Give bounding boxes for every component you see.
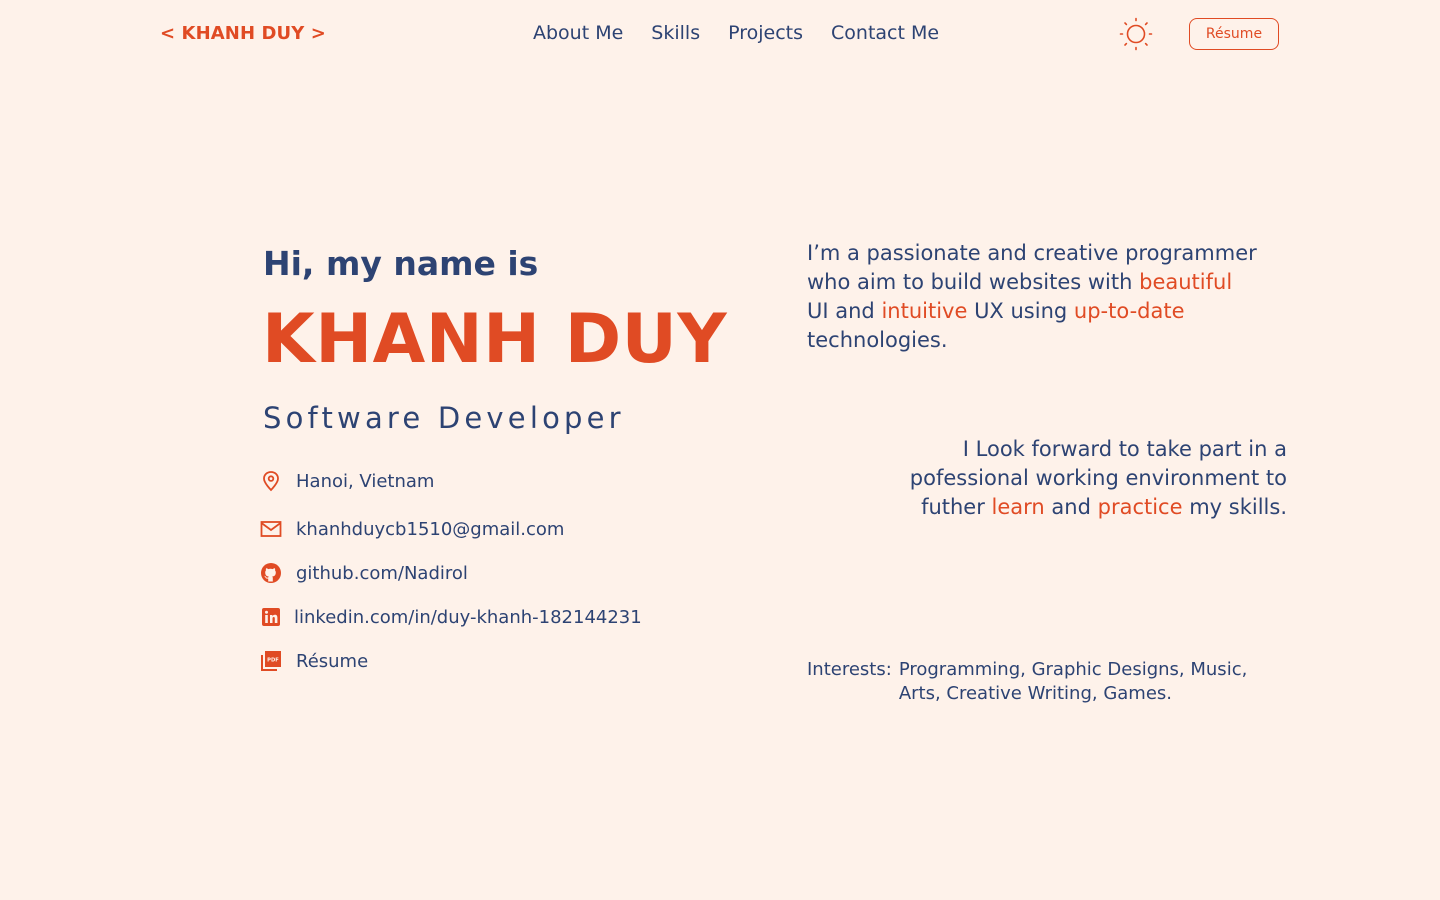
linkedin-icon xyxy=(260,606,282,628)
intro-paragraph: I’m a passionate and creative programmer… xyxy=(807,239,1257,355)
resume-button[interactable]: Résume xyxy=(1189,18,1279,50)
main-nav: About Me Skills Projects Contact Me xyxy=(533,22,939,44)
contact-location: Hanoi, Vietnam xyxy=(260,470,434,492)
goal-highlight-learn: learn xyxy=(991,495,1045,519)
goal-text-2: and xyxy=(1044,495,1098,519)
nav-skills[interactable]: Skills xyxy=(651,22,700,44)
location-text: Hanoi, Vietnam xyxy=(296,470,435,492)
sun-icon[interactable] xyxy=(1119,17,1153,51)
intro-text-3: UX using xyxy=(967,299,1074,323)
greeting: Hi, my name is xyxy=(263,244,539,283)
contact-email: khanhduycb1510@gmail.com xyxy=(260,518,564,540)
role-title: Software Developer xyxy=(263,401,625,435)
intro-highlight-intuitive: intuitive xyxy=(881,299,968,323)
intro-text-4: technologies. xyxy=(807,328,948,352)
nav-projects[interactable]: Projects xyxy=(728,22,803,44)
github-link[interactable]: github.com/Nadirol xyxy=(296,563,468,584)
brand-logo-link[interactable]: < KHANH DUY > xyxy=(160,23,326,44)
interests-label: Interests: xyxy=(807,659,892,680)
pdf-icon: PDF xyxy=(260,650,282,672)
interests-value: Programming, Graphic Designs, Music, Art… xyxy=(898,659,1248,704)
hero-name: KHANH DUY xyxy=(262,300,728,379)
portfolio-page: < KHANH DUY > About Me Skills Projects C… xyxy=(0,0,1440,900)
goal-text-3: my skills. xyxy=(1182,495,1287,519)
contact-github: github.com/Nadirol xyxy=(260,562,468,584)
interests: Interests: Programming, Graphic Designs,… xyxy=(807,658,1259,706)
email-link[interactable]: khanhduycb1510@gmail.com xyxy=(296,519,564,540)
nav-contact-me[interactable]: Contact Me xyxy=(831,22,939,44)
intro-text-2: UI and xyxy=(807,299,882,323)
goal-highlight-practice: practice xyxy=(1097,495,1183,519)
resume-link[interactable]: Résume xyxy=(296,651,368,672)
intro-highlight-beautiful: beautiful xyxy=(1139,270,1233,294)
location-pin-icon xyxy=(260,470,282,492)
linkedin-link[interactable]: linkedin.com/in/duy-khanh-182144231 xyxy=(294,607,642,628)
intro-highlight-up-to-date: up-to-date xyxy=(1073,299,1185,323)
mail-icon xyxy=(260,518,282,540)
contact-resume: PDF Résume xyxy=(260,650,368,672)
nav-about-me[interactable]: About Me xyxy=(533,22,623,44)
contact-linkedin: linkedin.com/in/duy-khanh-182144231 xyxy=(260,606,642,628)
github-icon xyxy=(260,562,282,584)
goal-paragraph: I Look forward to take part in a pofessi… xyxy=(860,435,1287,522)
svg-text:PDF: PDF xyxy=(267,658,279,664)
